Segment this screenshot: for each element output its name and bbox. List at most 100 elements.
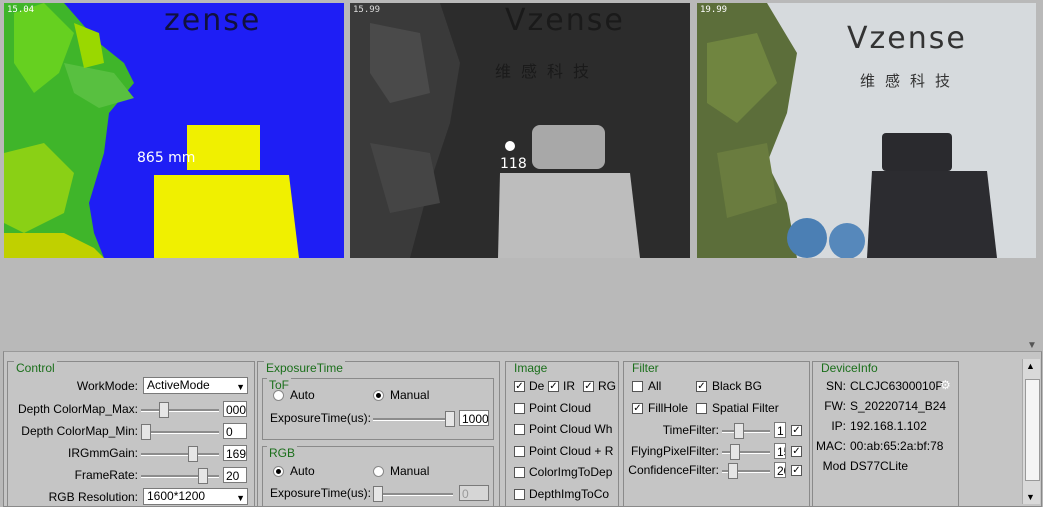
rgb-exposure-group: RGB Auto Manual ExposureTime(us): 0 — [262, 446, 494, 507]
spatial-filter-label[interactable]: Spatial Filter — [712, 401, 779, 415]
framerate-label: FrameRate: — [74, 468, 138, 482]
mac-value: 00:ab:65:2a:bf:78 — [850, 439, 944, 453]
all-label[interactable]: All — [648, 379, 661, 393]
point-cloud-white-checkbox[interactable] — [514, 424, 525, 435]
panel-scrollbar[interactable]: ▲ ▼ — [1022, 359, 1040, 504]
rgb-time-input[interactable]: 0 — [459, 485, 489, 501]
all-checkbox[interactable] — [632, 381, 643, 392]
depth-max-thumb[interactable] — [159, 402, 169, 418]
tof-auto-radio[interactable] — [273, 390, 284, 401]
tof-manual-label[interactable]: Manual — [390, 388, 429, 402]
rgb-checkbox[interactable]: ✓ — [583, 381, 594, 392]
fill-hole-checkbox[interactable]: ✓ — [632, 403, 643, 414]
tof-time-input[interactable]: 1000 — [459, 410, 489, 426]
depth-max-label: Depth ColorMap_Max: — [17, 402, 138, 416]
rgb-manual-label[interactable]: Manual — [390, 464, 429, 478]
rgb-time-thumb[interactable] — [373, 486, 383, 502]
spatial-filter-checkbox[interactable] — [696, 403, 707, 414]
color-to-depth-checkbox[interactable] — [514, 467, 525, 478]
tof-time-slider[interactable] — [373, 411, 455, 427]
flying-pixel-thumb[interactable] — [730, 444, 740, 460]
depth-checkbox[interactable]: ✓ — [514, 381, 525, 392]
confidence-input[interactable]: 20 — [774, 462, 786, 478]
flying-pixel-enable[interactable]: ✓ — [791, 446, 802, 457]
fw-label: FW: — [824, 399, 846, 413]
point-cloud-rgb-label[interactable]: Point Cloud + R — [529, 444, 613, 458]
irgmm-input[interactable]: 169 — [223, 445, 247, 461]
ir-checkbox-label[interactable]: IR — [563, 379, 575, 393]
tof-manual-radio[interactable] — [373, 390, 384, 401]
image-title: Image — [512, 361, 550, 375]
chevron-down-icon: ▼ — [236, 382, 245, 392]
depth-checkbox-label[interactable]: De — [529, 379, 544, 393]
point-cloud-checkbox[interactable] — [514, 403, 525, 414]
point-cloud-rgb-checkbox[interactable] — [514, 446, 525, 457]
flying-pixel-input[interactable]: 15 — [774, 443, 786, 459]
work-mode-label: WorkMode: — [76, 379, 138, 393]
time-filter-input[interactable]: 1 — [774, 422, 786, 438]
confidence-slider[interactable] — [722, 463, 770, 479]
rgb-checkbox-label[interactable]: RG — [598, 379, 616, 393]
framerate-slider[interactable] — [141, 468, 219, 484]
ip-value: 192.168.1.102 — [850, 419, 927, 433]
filter-group: Filter All ✓ Black BG ✓ FillHole Spatial… — [623, 361, 810, 507]
time-filter-slider[interactable] — [722, 423, 770, 439]
ir-fps: 15.99 — [353, 5, 381, 15]
irgmm-slider[interactable] — [141, 446, 219, 462]
work-mode-value: ActiveMode — [147, 378, 210, 392]
ir-view: 15.99 Vzense 维感科技 118 — [350, 3, 690, 258]
rgb-resolution-select[interactable]: 1600*1200 ▼ — [143, 488, 248, 505]
rgb-view: 19.99 Vzense 维感科技 — [697, 3, 1036, 258]
depth-min-input[interactable]: 0 — [223, 423, 247, 439]
rgb-time-slider[interactable] — [373, 486, 453, 502]
depth-max-input[interactable]: 000 — [223, 401, 247, 417]
framerate-thumb[interactable] — [198, 468, 208, 484]
collapse-panel-icon[interactable]: ▼ — [1027, 340, 1037, 351]
rgb-time-label: ExposureTime(us): — [270, 486, 371, 500]
irgmm-label: IRGmmGain: — [67, 446, 138, 460]
flying-pixel-slider[interactable] — [722, 444, 770, 460]
rgb-auto-radio[interactable] — [273, 466, 284, 477]
tof-group: ToF Auto Manual ExposureTime(us): 1000 — [262, 378, 494, 440]
sn-label: SN: — [825, 379, 846, 393]
scroll-down-icon[interactable]: ▼ — [1026, 492, 1035, 502]
confidence-thumb[interactable] — [728, 463, 738, 479]
depth-to-color-label[interactable]: DepthImgToCo — [529, 487, 609, 501]
model-label: Mod — [822, 459, 846, 473]
ir-image — [350, 3, 640, 258]
time-filter-label: TimeFilter: — [662, 423, 719, 437]
tof-time-thumb[interactable] — [445, 411, 455, 427]
black-bg-checkbox[interactable]: ✓ — [696, 381, 707, 392]
point-cloud-white-label[interactable]: Point Cloud Wh — [529, 422, 612, 436]
time-filter-enable[interactable]: ✓ — [791, 425, 802, 436]
point-cloud-label[interactable]: Point Cloud — [529, 401, 591, 415]
color-to-depth-label[interactable]: ColorImgToDep — [529, 465, 612, 479]
framerate-input[interactable]: 20 — [223, 467, 247, 483]
sn-value: CLCJC6300010P — [850, 379, 944, 393]
rgb-brand: Vzense — [847, 21, 967, 56]
depth-to-color-checkbox[interactable] — [514, 489, 525, 500]
work-mode-select[interactable]: ActiveMode ▼ — [143, 377, 248, 394]
depth-max-slider[interactable] — [141, 402, 219, 418]
confidence-label: ConfidenceFilter: — [628, 463, 719, 477]
settings-icon[interactable]: ⚙ — [940, 378, 951, 392]
rgb-manual-radio[interactable] — [373, 466, 384, 477]
rgb-brand-cn: 维感科技 — [860, 72, 961, 90]
depth-fps: 15.04 — [7, 5, 35, 15]
time-filter-thumb[interactable] — [734, 423, 744, 439]
ir-checkbox[interactable]: ✓ — [548, 381, 559, 392]
rgb-auto-label[interactable]: Auto — [290, 464, 315, 478]
tof-auto-label[interactable]: Auto — [290, 388, 315, 402]
mac-label: MAC: — [816, 439, 846, 453]
depth-min-slider[interactable] — [141, 424, 219, 440]
scroll-up-icon[interactable]: ▲ — [1026, 361, 1035, 371]
control-title: Control — [14, 361, 57, 375]
irgmm-thumb[interactable] — [188, 446, 198, 462]
scrollbar-thumb[interactable] — [1025, 379, 1040, 481]
confidence-enable[interactable]: ✓ — [791, 465, 802, 476]
black-bg-label[interactable]: Black BG — [712, 379, 762, 393]
fill-hole-label[interactable]: FillHole — [648, 401, 688, 415]
depth-min-thumb[interactable] — [141, 424, 151, 440]
exposure-group: ExposureTime ToF Auto Manual ExposureTim… — [257, 361, 500, 507]
rgb-exposure-title: RGB — [267, 446, 298, 460]
